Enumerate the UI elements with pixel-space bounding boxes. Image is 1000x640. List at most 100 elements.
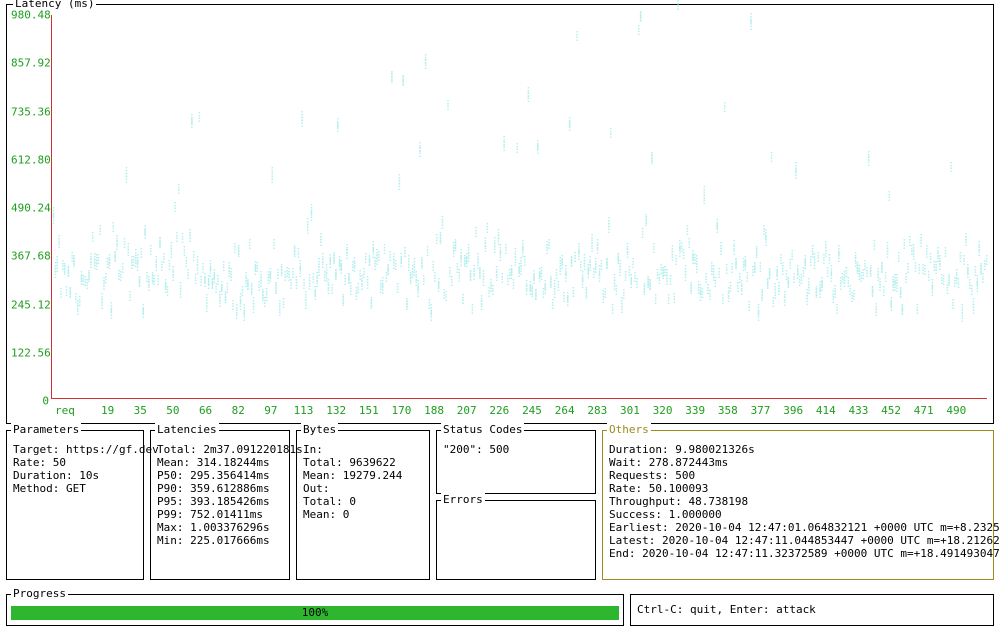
chart-point: ⢸ [463, 246, 470, 254]
chart-point: ⢸ [809, 261, 816, 269]
chart-point: ⢸ [473, 261, 480, 269]
chart-point: ⢸ [566, 259, 573, 267]
param-duration: Duration: 10s [13, 469, 137, 482]
chart-point: ⢸ [699, 188, 706, 196]
chart-point: ⢸ [432, 236, 439, 244]
chart-point: ⢸ [707, 267, 714, 275]
chart-point: ⢸ [692, 265, 699, 273]
chart-point: ⢸ [557, 261, 564, 269]
chart-point: ⢸ [521, 287, 528, 295]
chart-point: ⢸ [774, 287, 781, 295]
chart-point: ⢸ [458, 296, 465, 304]
chart-point: ⢸ [961, 235, 968, 243]
chart-point: ⢸ [542, 243, 549, 251]
chart-point: ⢸ [263, 273, 270, 281]
chart-point: ⢸ [232, 311, 239, 319]
chart-point: ⢸ [415, 144, 422, 152]
chart-xtick: 170 [391, 404, 411, 417]
chart-point: ⢸ [736, 282, 743, 290]
chart-point: ⢸ [125, 293, 132, 301]
chart-point: ⢸ [103, 260, 110, 268]
chart-point: ⢸ [467, 306, 474, 314]
chart-point: ⢸ [974, 243, 981, 251]
chart-point: ⢸ [471, 229, 478, 237]
chart-point: ⢸ [447, 278, 454, 286]
chart-point: ⢸ [104, 261, 111, 269]
chart-point: ⢸ [615, 268, 622, 276]
chart-point: ⢸ [660, 268, 667, 276]
chart-point: ⢸ [443, 102, 450, 110]
chart-point: ⢸ [325, 256, 332, 264]
chart-point: ⢸ [791, 171, 798, 179]
chart-point: ⢸ [783, 279, 790, 287]
chart-point: ⢸ [396, 255, 403, 263]
chart-point: ⢸ [151, 263, 158, 271]
chart-xtick: 414 [816, 404, 836, 417]
chart-point: ⢸ [224, 269, 231, 277]
chart-point: ⢸ [82, 281, 89, 289]
chart-point: ⢸ [413, 289, 420, 297]
chart-point: ⢸ [465, 273, 472, 281]
chart-point: ⢸ [239, 313, 246, 321]
chart-point: ⢸ [841, 269, 848, 277]
chart-point: ⢸ [540, 282, 547, 290]
chart-point: ⢸ [866, 267, 873, 275]
chart-point: ⢸ [486, 281, 493, 289]
chart-point: ⢸ [204, 281, 211, 289]
chart-point: ⢸ [389, 255, 396, 263]
chart-point: ⢸ [909, 246, 916, 254]
chart-point: ⢸ [359, 270, 366, 278]
chart-point: ⢸ [510, 258, 517, 266]
progress-bar: 100% [11, 606, 619, 620]
chart-point: ⢸ [587, 244, 594, 252]
chart-point: ⢸ [903, 265, 910, 273]
chart-point: ⢸ [637, 230, 644, 238]
chart-point: ⢸ [632, 280, 639, 288]
chart-xtick: 19 [101, 404, 114, 417]
chart-point: ⢸ [318, 255, 325, 263]
chart-point: ⢸ [510, 250, 517, 258]
chart-point: ⢸ [609, 282, 616, 290]
chart-point: ⢸ [192, 266, 199, 274]
chart-point: ⢸ [318, 260, 325, 268]
chart-point: ⢸ [531, 291, 538, 299]
chart-point: ⢸ [761, 238, 768, 246]
parameters-legend: Parameters [11, 423, 81, 436]
chart-point: ⢸ [787, 252, 794, 260]
chart-point: ⢸ [58, 262, 65, 270]
chart-point: ⢸ [449, 244, 456, 252]
chart-point: ⢸ [871, 308, 878, 316]
chart-point: ⢸ [867, 288, 874, 296]
chart-xtick: 396 [783, 404, 803, 417]
chart-point: ⢸ [205, 269, 212, 277]
chart-point: ⢸ [506, 271, 513, 279]
chart-point: ⢸ [978, 275, 985, 283]
chart-point: ⢸ [697, 290, 704, 298]
chart-point: ⢸ [207, 281, 214, 289]
chart-point: ⢸ [411, 273, 418, 281]
chart-point: ⢸ [265, 270, 272, 278]
chart-point: ⢸ [753, 313, 760, 321]
chart-point: ⢸ [140, 231, 147, 239]
chart-point: ⢸ [462, 259, 469, 267]
chart-point: ⢸ [781, 272, 788, 280]
chart-point: ⢸ [765, 271, 772, 279]
chart-point: ⢸ [478, 278, 485, 286]
chart-point: ⢸ [667, 253, 674, 261]
chart-point: ⢸ [183, 271, 190, 279]
chart-point: ⢸ [751, 250, 758, 258]
chart-point: ⢸ [684, 240, 691, 248]
chart-point: ⢸ [750, 264, 757, 272]
chart-point: ⢸ [918, 266, 925, 274]
chart-point: ⢸ [295, 262, 302, 270]
chart-point: ⢸ [852, 266, 859, 274]
chart-point: ⢸ [879, 288, 886, 296]
chart-point: ⢸ [202, 304, 209, 312]
chart-point: ⢸ [394, 176, 401, 184]
chart-xtick: 245 [522, 404, 542, 417]
chart-point: ⢸ [639, 287, 646, 295]
chart-xtick: 207 [457, 404, 477, 417]
chart-point: ⢸ [99, 282, 106, 290]
chart-point: ⢸ [424, 301, 431, 309]
chart-point: ⢸ [695, 286, 702, 294]
